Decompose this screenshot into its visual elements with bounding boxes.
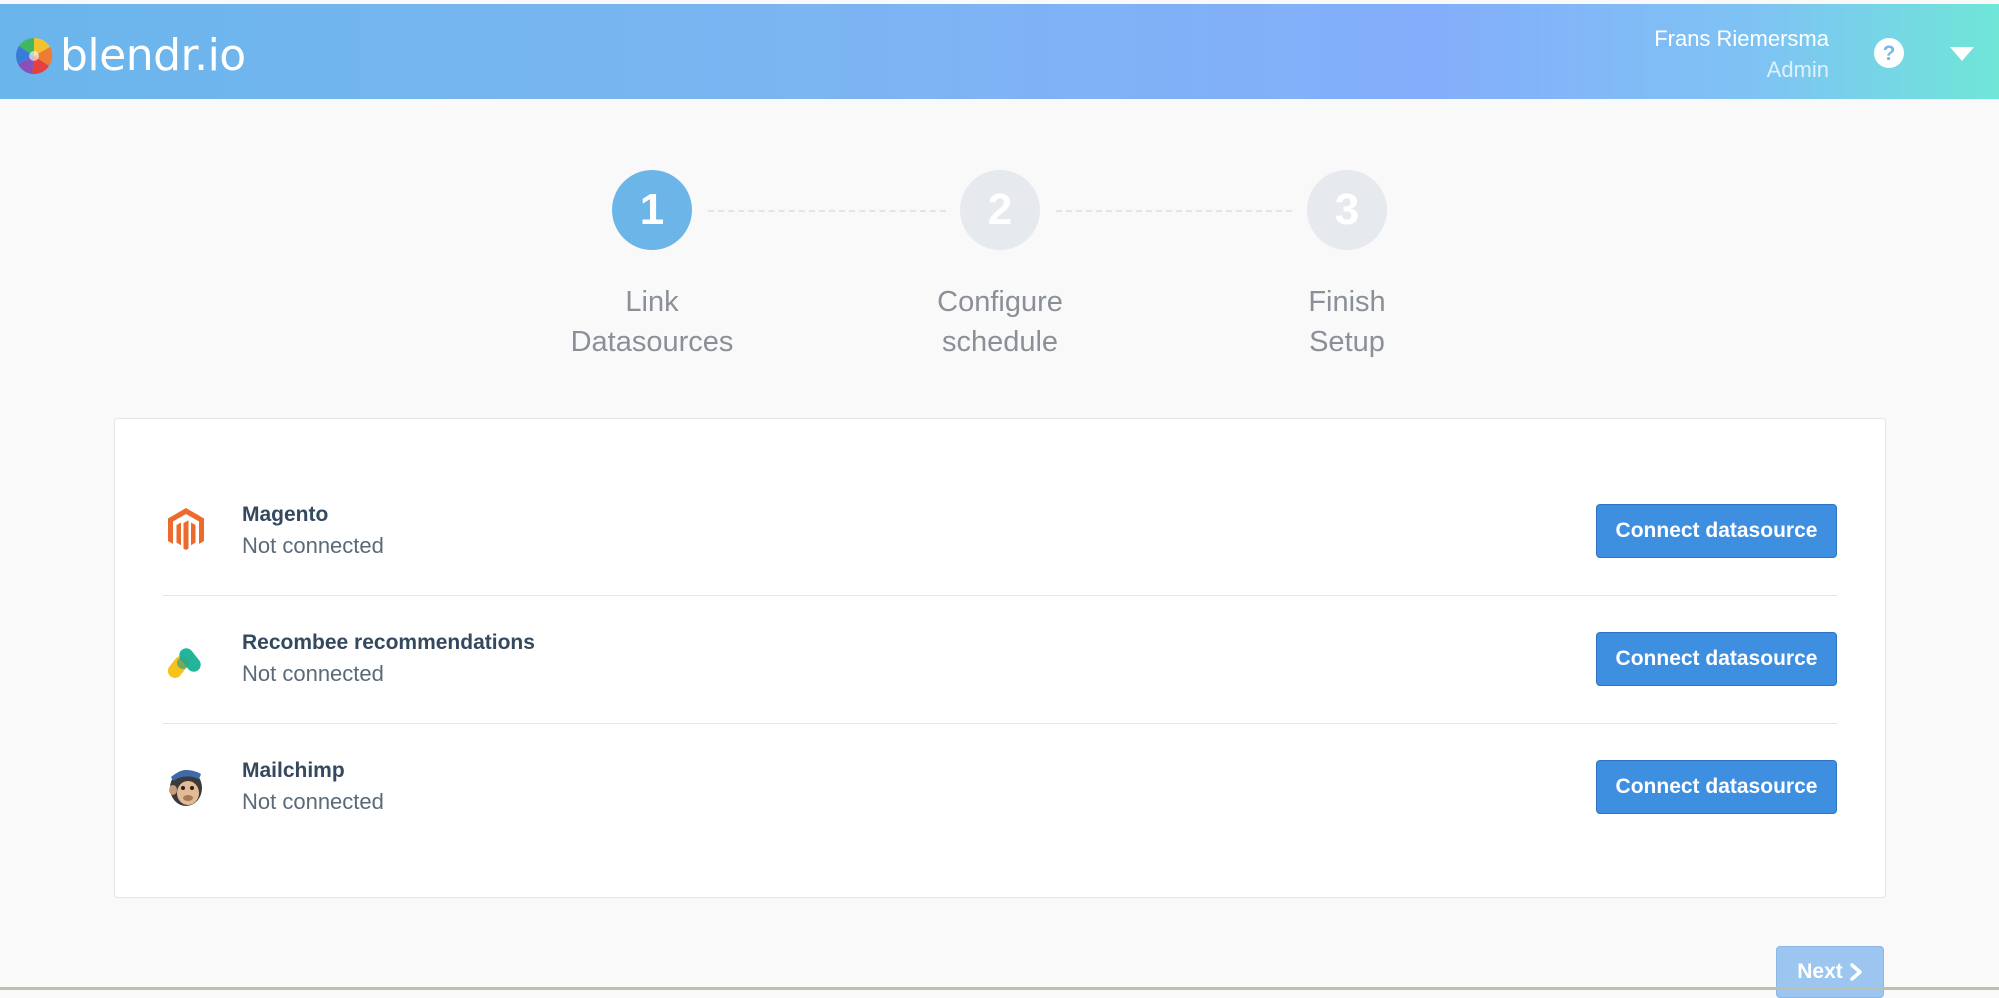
datasource-row-recombee: Recombee recommendations Not connected C…: [163, 595, 1837, 724]
step-label-line1: Finish: [1308, 286, 1386, 318]
step-label-line2: schedule: [941, 326, 1059, 358]
app-logo[interactable]: blendr.io: [14, 34, 246, 78]
step-label-line2: Setup: [1309, 326, 1385, 358]
step-number: 2: [960, 170, 1040, 250]
step-number: 1: [612, 170, 692, 250]
connect-datasource-button[interactable]: Connect datasource: [1596, 760, 1837, 814]
mailchimp-icon: [169, 770, 202, 806]
logo-text: blendr.io: [60, 30, 246, 81]
datasource-status: Not connected: [242, 533, 384, 558]
datasource-name: Mailchimp: [242, 759, 345, 782]
next-button[interactable]: Next: [1776, 946, 1884, 998]
connect-datasource-button[interactable]: Connect datasource: [1596, 632, 1837, 686]
step-number: 3: [1307, 170, 1387, 250]
next-label: Next: [1797, 960, 1843, 983]
blendr-logo-icon: [16, 37, 53, 75]
svg-text:?: ?: [1883, 42, 1896, 65]
chevron-down-icon[interactable]: [1949, 45, 1975, 63]
datasource-name: Recombee recommendations: [242, 631, 535, 654]
datasources-card: Magento Not connected Connect datasource…: [114, 418, 1886, 898]
datasource-row-magento: Magento Not connected Connect datasource: [163, 467, 1837, 596]
datasource-name: Magento: [242, 503, 329, 526]
step-configure-schedule: 2 Configure schedule: [890, 170, 1110, 362]
step-label: Finish Setup: [1237, 282, 1457, 362]
datasource-status: Not connected: [242, 661, 384, 686]
top-header: blendr.io Frans Riemersma Admin ?: [0, 4, 1999, 99]
step-label-line1: Configure: [937, 286, 1063, 318]
datasource-status: Not connected: [242, 789, 384, 814]
chevron-right-icon: [1850, 963, 1862, 981]
recombee-icon: [167, 648, 201, 678]
step-label: Link Datasources: [542, 282, 762, 362]
user-name: Frans Riemersma: [1654, 26, 1829, 51]
step-finish-setup: 3 Finish Setup: [1237, 170, 1457, 362]
step-label: Configure schedule: [890, 282, 1110, 362]
step-link-datasources: 1 Link Datasources: [542, 170, 762, 362]
user-menu[interactable]: Frans Riemersma Admin: [1654, 24, 1829, 86]
magento-icon: [168, 508, 204, 550]
datasource-row-mailchimp: Mailchimp Not connected Connect datasour…: [163, 723, 1837, 851]
help-icon[interactable]: ?: [1873, 37, 1905, 69]
step-label-line2: Datasources: [570, 326, 734, 358]
step-label-line1: Link: [625, 286, 679, 318]
user-role: Admin: [1766, 57, 1829, 82]
connect-datasource-button[interactable]: Connect datasource: [1596, 504, 1837, 558]
